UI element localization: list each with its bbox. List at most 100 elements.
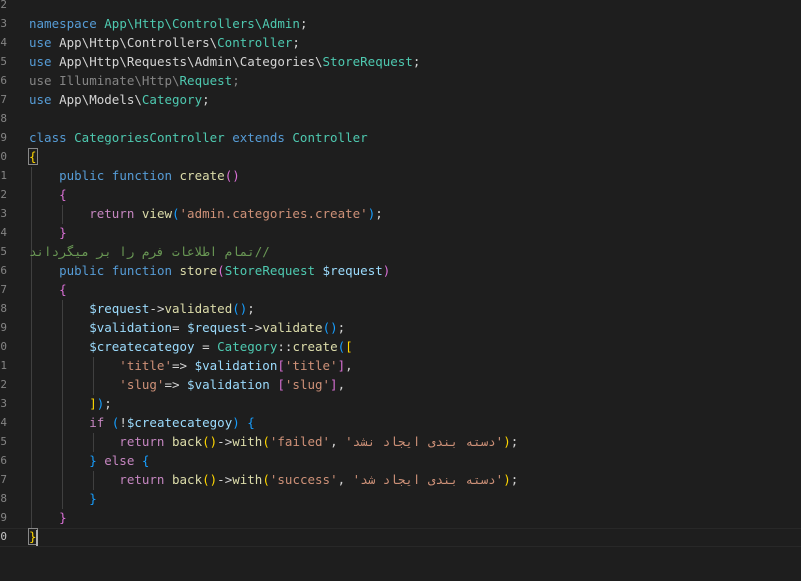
code-token: public: [29, 263, 112, 278]
line-number: 7: [0, 93, 7, 106]
code-line: use Illuminate\Http\Request;: [29, 71, 240, 90]
text-cursor: [36, 530, 38, 546]
code-token: validated: [164, 301, 233, 316]
code-token: ]: [337, 358, 346, 373]
code-token: $createcategoy: [29, 339, 195, 354]
code-token: Request: [179, 73, 233, 88]
code-token: extends: [224, 130, 293, 145]
line-number: 0: [0, 150, 7, 163]
code-token: validate: [262, 320, 323, 335]
code-token: ->: [217, 434, 233, 449]
code-token: StoreRequest: [322, 54, 413, 69]
code-token: //تمام اطلاعات فرم را بر میگرداند: [29, 244, 300, 259]
current-line-highlight: [0, 528, 801, 547]
code-token: App\Models\: [59, 92, 142, 107]
line-number: 3: [0, 207, 7, 220]
code-token: function: [111, 168, 180, 183]
code-line: use App\Http\Requests\Admin\Categories\S…: [29, 52, 420, 71]
code-token: (: [337, 339, 346, 354]
code-token: {: [28, 148, 38, 165]
code-line: return back()->with('failed', 'دسته بندی…: [29, 432, 518, 451]
code-token: ;: [232, 73, 240, 88]
code-editor[interactable]: 2 3 4 5 6 7 8 9 0 1 2 3 4 5 6 7 8 9 0 1 2 3 4 5 6 7 8 9 0 namespace …: [0, 0, 801, 581]
code-token: 'slug': [29, 377, 165, 392]
code-token: {: [141, 453, 150, 468]
code-token: Controller: [217, 35, 293, 50]
code-token: create: [292, 339, 338, 354]
code-token: ;: [510, 434, 519, 449]
code-token: return: [29, 434, 172, 449]
code-token: namespace: [29, 16, 105, 31]
code-token: }: [29, 225, 67, 240]
code-token: 'دسته بندی ایجاد نشد': [345, 434, 504, 449]
code-token: {: [29, 187, 67, 202]
code-line: //تمام اطلاعات فرم را بر میگرداند: [29, 242, 300, 261]
line-number: 9: [0, 511, 7, 524]
code-line: return back()->with('success', 'دسته بند…: [29, 470, 518, 489]
code-token: (): [232, 301, 248, 316]
line-number: 6: [0, 454, 7, 467]
code-token: public: [29, 168, 112, 183]
code-token: ;: [104, 396, 112, 411]
code-token: ;: [510, 472, 519, 487]
code-token: use Illuminate\Http\: [29, 73, 180, 88]
line-number: 1: [0, 359, 7, 372]
line-number: 9: [0, 321, 7, 334]
code-token: return: [29, 472, 172, 487]
code-token: !: [119, 415, 127, 430]
line-number: 6: [0, 74, 7, 87]
code-token: [: [277, 358, 285, 373]
code-token: ): [503, 434, 511, 449]
code-line: class CategoriesController extends Contr…: [29, 128, 368, 147]
code-line: }: [29, 489, 97, 508]
code-line: } else {: [29, 451, 149, 470]
line-number: 3: [0, 17, 7, 30]
code-line: $createcategoy = Category::create([: [29, 337, 353, 356]
code-token: ;: [375, 206, 383, 221]
code-token: CategoriesController: [74, 130, 225, 145]
code-token: store: [179, 263, 218, 278]
code-token: $request: [322, 263, 383, 278]
code-line: {: [29, 280, 67, 299]
code-token: ;: [412, 54, 421, 69]
code-line: ]);: [29, 394, 112, 413]
code-token: ;: [337, 320, 346, 335]
code-token: =: [194, 339, 218, 354]
code-token: create: [179, 168, 225, 183]
code-line: public function store(StoreRequest $requ…: [29, 261, 390, 280]
line-number-gutter[interactable]: 2 3 4 5 6 7 8 9 0 1 2 3 4 5 6 7 8 9 0 1 2 3 4 5 6 7 8 9 0: [0, 0, 8, 581]
line-number: 0: [0, 340, 7, 353]
code-token: 'admin.categories.create': [179, 206, 368, 221]
line-number: 4: [0, 36, 7, 49]
code-token: return: [29, 206, 142, 221]
code-token: ->: [217, 472, 233, 487]
code-token: else: [96, 453, 142, 468]
code-token: ,: [337, 377, 346, 392]
code-line: public function create(): [29, 166, 240, 185]
code-token: Category: [217, 339, 278, 354]
code-token: $request: [29, 301, 150, 316]
code-token: [: [345, 339, 353, 354]
code-token: (): [322, 320, 338, 335]
code-token: ,: [330, 434, 346, 449]
code-token: function: [111, 263, 180, 278]
code-token: ): [232, 415, 240, 430]
code-token: ): [382, 263, 391, 278]
code-token: (: [262, 472, 270, 487]
code-token: ,: [337, 472, 353, 487]
line-number: 5: [0, 435, 7, 448]
code-line: 'title'=> $validation['title'],: [29, 356, 352, 375]
code-token: with: [232, 434, 263, 449]
code-token: }: [29, 453, 97, 468]
code-token: use: [29, 54, 60, 69]
line-number: 9: [0, 131, 7, 144]
line-number: 8: [0, 492, 7, 505]
code-token: 'slug': [284, 377, 331, 392]
code-token: 'title': [29, 358, 172, 373]
code-line: namespace App\Http\Controllers\Admin;: [29, 14, 307, 33]
line-number: 0: [0, 530, 7, 543]
line-number: 5: [0, 55, 7, 68]
code-token: App\Http\Controllers\Admin: [104, 16, 300, 31]
code-token: App\Http\Controllers\: [59, 35, 218, 50]
code-token: (): [202, 434, 218, 449]
